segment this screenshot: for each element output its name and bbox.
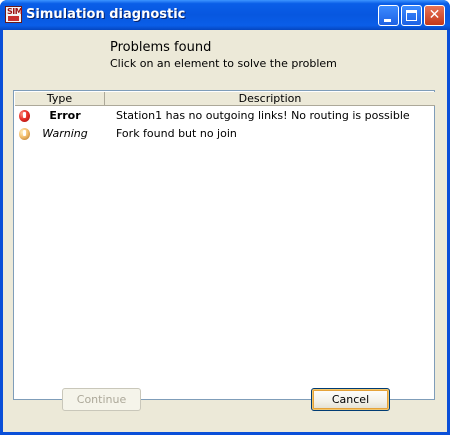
column-header-description[interactable]: Description (105, 92, 435, 105)
app-icon-base (8, 16, 19, 21)
row-type: Error (49, 109, 81, 122)
row-description: Station1 has no outgoing links! No routi… (116, 109, 410, 122)
dialog-content: Problems found Click on an element to so… (3, 30, 447, 432)
maximize-icon (406, 10, 417, 21)
table-row[interactable]: Warning Fork found but no join (15, 125, 435, 143)
window-title: Simulation diagnostic (26, 7, 186, 22)
minimize-icon (384, 19, 391, 22)
app-icon-label: SIM (7, 7, 23, 16)
table-header: Type Description (15, 92, 435, 106)
error-icon (19, 110, 30, 122)
header-subtitle: Click on an element to solve the problem (110, 57, 337, 70)
title-bar[interactable]: SIM Simulation diagnostic ✕ (0, 0, 450, 30)
minimize-button[interactable] (378, 5, 399, 26)
continue-button[interactable]: Continue (62, 388, 141, 411)
warning-icon (19, 128, 30, 140)
row-description: Fork found but no join (116, 127, 237, 140)
maximize-button[interactable] (401, 5, 422, 26)
header-panel: Problems found Click on an element to so… (3, 30, 447, 82)
problems-table[interactable]: Type Description Error Station1 has no o… (13, 90, 435, 400)
table-row[interactable]: Error Station1 has no outgoing links! No… (15, 107, 435, 125)
app-icon: SIM (5, 6, 23, 23)
column-header-type[interactable]: Type (15, 92, 105, 105)
dialog-window: SIM Simulation diagnostic ✕ Problems fou… (0, 0, 450, 435)
row-type: Warning (42, 127, 88, 140)
close-button[interactable]: ✕ (424, 5, 445, 26)
header-title: Problems found (110, 40, 212, 55)
cancel-button[interactable]: Cancel (311, 388, 390, 411)
close-icon: ✕ (428, 7, 441, 23)
